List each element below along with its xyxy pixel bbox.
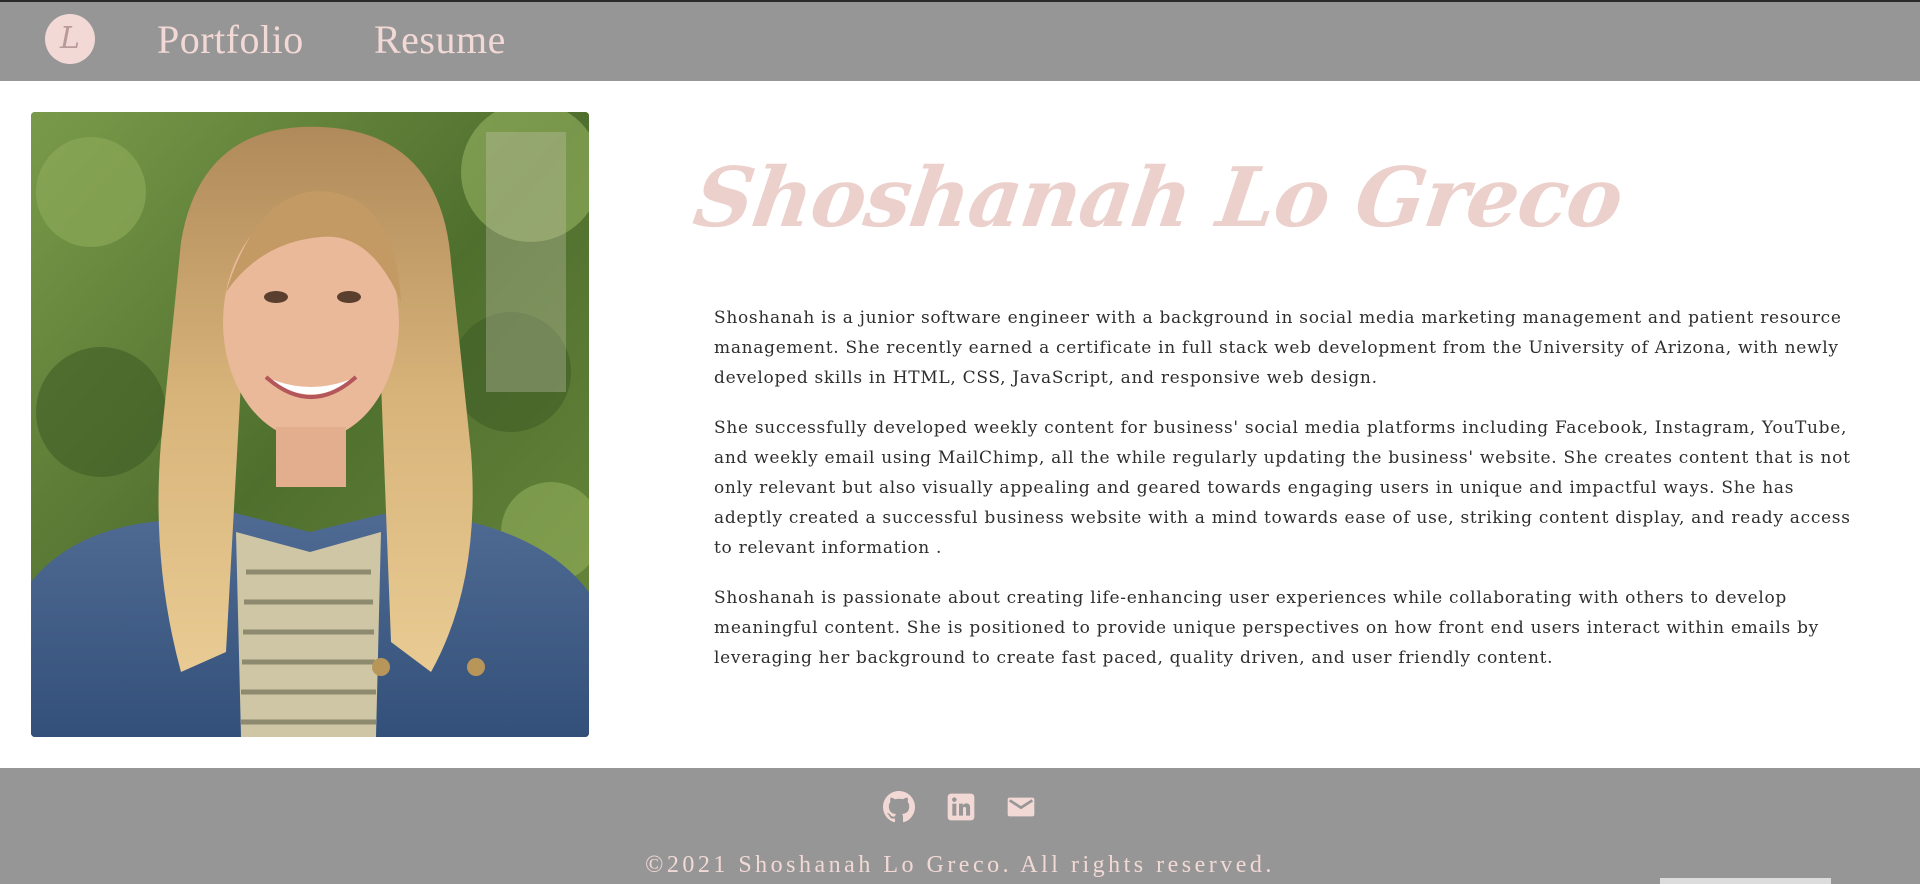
bio-paragraph-2: She successfully developed weekly conten… — [714, 418, 1851, 558]
bio-section: Shoshanah is a junior software engineer … — [714, 303, 1864, 693]
copyright-text: ©2021 Shoshanah Lo Greco. All rights res… — [645, 852, 1275, 878]
top-navbar: L Portfolio Resume — [0, 0, 1920, 81]
linkedin-icon[interactable] — [945, 791, 977, 823]
social-links — [883, 791, 1043, 825]
page-corner-bar — [1660, 878, 1831, 884]
logo-letter: L — [60, 21, 80, 56]
profile-photo — [31, 112, 589, 737]
bio-paragraph-1: Shoshanah is a junior software engineer … — [714, 308, 1842, 388]
logo-home-link[interactable]: L — [45, 14, 95, 64]
nav-link-resume[interactable]: Resume — [374, 16, 506, 63]
bio-paragraph-3: Shoshanah is passionate about creating l… — [714, 588, 1819, 668]
nav-link-portfolio[interactable]: Portfolio — [157, 16, 304, 63]
page-title-name: Shoshanah Lo Greco — [688, 150, 1629, 246]
email-icon[interactable] — [1005, 791, 1037, 823]
github-icon[interactable] — [883, 791, 915, 823]
profile-photo-illustration — [31, 112, 589, 737]
